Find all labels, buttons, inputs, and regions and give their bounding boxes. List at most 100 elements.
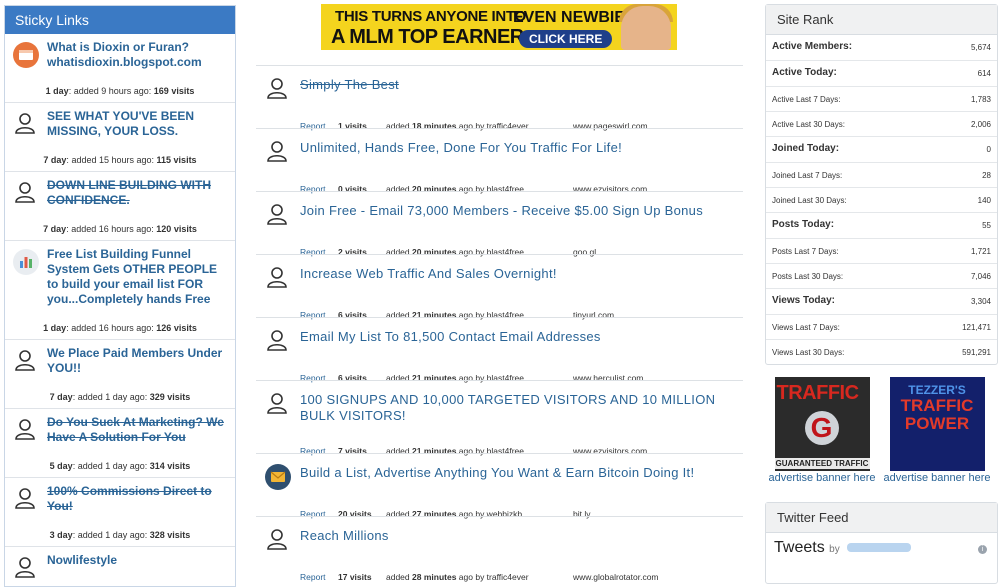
site-rank-row: Joined Last 7 Days: 28 [766,163,997,188]
tweets-header: Tweets by [774,539,912,557]
twitter-handle-link[interactable] [847,543,912,553]
sticky-link-duration: 3 day [49,530,73,540]
site-rank-rows: Active Members: 5,674 Active Today: 614 Acti… [766,35,997,364]
sticky-link-duration: 7 day [43,155,67,165]
sticky-link-duration: 7 day [49,392,73,402]
traffic-g-ad-image[interactable]: TRAFFIC G GUARANTEED TRAFFIC [774,377,870,471]
site-rank-label: Active Last 7 Days: [772,95,841,104]
banner-click-here-button[interactable]: CLICK HERE [519,30,613,48]
sticky-link-title[interactable]: Do You Suck At Marketing? We Have A Solu… [47,415,227,445]
chart-icon [13,249,39,275]
sticky-link-visits: 314 visits [149,461,191,471]
sticky-link-title[interactable]: SEE WHAT YOU'VE BEEN MISSING, YOUR LOSS. [47,109,227,139]
sticky-links-title: Sticky Links [5,6,235,34]
site-rank-row: Views Last 30 Days: 591,291 [766,340,997,364]
feed-item: Simply The Best Report 1 visits added 18 mi… [256,65,743,131]
site-rank-label: Views Last 30 Days: [772,348,845,357]
traffic-g-ad[interactable]: TRAFFIC G GUARANTEED TRAFFIC advertise b… [768,377,876,484]
user-icon [265,527,289,551]
sticky-link-title[interactable]: Nowlifestyle [47,553,227,568]
sticky-link-duration: 7 day [43,224,67,234]
feed-item-title[interactable]: Increase Web Traffic And Sales Overnight… [300,266,736,282]
sticky-link-meta: 7 day: added 1 day ago: 329 visits [49,392,191,402]
advertise-banner-link-2[interactable]: advertise banner here [883,472,990,484]
user-icon [13,555,39,581]
sticky-link-title[interactable]: Free List Building Funnel System Gets OT… [47,247,227,307]
g-logo-icon: G [804,411,839,445]
feed-item: Join Free - Email 73,000 Members - Recei… [256,191,743,257]
advertise-banner-link-1[interactable]: advertise banner here [768,472,875,484]
site-rank-row: Active Last 7 Days: 1,783 [766,87,997,112]
feed-item: 100 SIGNUPS AND 10,000 TARGETED VISITORS… [256,380,743,456]
feed-item: Increase Web Traffic And Sales Overnight… [256,254,743,320]
site-rank-row: Active Members: 5,674 [766,35,997,61]
site-rank-value: 2,006 [970,120,991,129]
sticky-link-visits: 169 visits [153,86,195,96]
user-icon [265,202,289,226]
site-rank-label: Views Today: [772,295,835,306]
mlm-banner-ad[interactable]: THIS TURNS ANYONE INTO A MLM TOP EARNER … [321,4,677,50]
sticky-link-item[interactable]: We Place Paid Members Under YOU!! 7 day: … [5,340,235,409]
sticky-link-meta: 7 day: added 15 hours ago: 115 visits [43,155,197,165]
browser-icon [13,42,39,68]
mail-icon [265,464,291,490]
sticky-link-item[interactable]: DOWN LINE BUILDING WITH CONFIDENCE. 7 day… [5,172,235,241]
sticky-link-duration: 1 day [43,323,67,333]
sticky-link-meta: 5 day: added 1 day ago: 314 visits [49,461,191,471]
feed-item-title[interactable]: Build a List, Advertise Anything You Wan… [300,465,736,481]
sticky-link-visits: 115 visits [156,155,197,165]
feed-item-added: added 28 minutes ago by traffic4ever [386,572,529,582]
site-rank-panel: Site Rank Active Members: 5,674 Active Tod… [765,4,998,365]
site-rank-value: 1,783 [970,95,991,104]
feed-item-title[interactable]: Reach Millions [300,528,736,544]
sticky-links-panel: Sticky Links What is Dioxin or Furan? wh… [4,5,236,587]
traffic-g-ad-title: TRAFFIC [776,382,860,404]
added-label: added [386,572,410,582]
sticky-link-added: added 15 hours ago: [71,155,155,165]
user-icon [265,328,289,352]
site-rank-value: 28 [982,171,991,180]
site-rank-row: Active Last 30 Days: 2,006 [766,112,997,137]
sticky-link-title[interactable]: We Place Paid Members Under YOU!! [47,346,227,376]
tezzers-traffic-ad[interactable]: TEZZER'S TRAFFIC POWER advertise banner … [883,377,991,484]
sticky-link-item[interactable]: What is Dioxin or Furan? whatisdioxin.bl… [5,34,235,103]
sticky-link-title[interactable]: DOWN LINE BUILDING WITH CONFIDENCE. [47,178,227,208]
site-rank-label: Active Last 30 Days: [772,120,845,129]
site-rank-label: Posts Today: [772,219,835,230]
site-rank-row: Views Today: 3,304 [766,289,997,315]
feed-item-title[interactable]: Unlimited, Hands Free, Done For You Traf… [300,140,736,156]
user-icon [13,417,39,443]
banner-line1: THIS TURNS ANYONE INTO [335,8,526,25]
sticky-link-title[interactable]: 100% Commissions Direct to You! [47,484,227,514]
traffic-g-ad-subtitle: GUARANTEED TRAFFIC [774,458,870,469]
tweets-by-label: by [829,544,840,555]
sticky-link-item[interactable]: SEE WHAT YOU'VE BEEN MISSING, YOUR LOSS.… [5,103,235,172]
user-icon [13,348,39,374]
banner-line3: EVEN NEWBIES [513,9,636,26]
tezzers-traffic-ad-image[interactable]: TEZZER'S TRAFFIC POWER [889,377,985,471]
feed-item-title[interactable]: Join Free - Email 73,000 Members - Recei… [300,203,736,219]
site-rank-row: Posts Last 7 Days: 1,721 [766,239,997,264]
info-icon[interactable]: i [978,545,987,554]
sticky-link-title[interactable]: What is Dioxin or Furan? whatisdioxin.bl… [47,40,227,70]
report-link[interactable]: Report [300,572,326,582]
sticky-link-meta: 1 day: added 16 hours ago: 126 visits [43,323,197,333]
sticky-link-item[interactable]: Free List Building Funnel System Gets OT… [5,241,235,340]
sticky-link-duration: 1 day [45,86,69,96]
site-rank-row: Posts Today: 55 [766,213,997,239]
sticky-link-item[interactable]: Do You Suck At Marketing? We Have A Solu… [5,409,235,478]
banner-person-image [621,6,671,50]
site-rank-value: 5,674 [970,43,991,52]
sticky-link-item[interactable]: Nowlifestyle [5,547,235,586]
user-icon [13,486,39,512]
feed-item: Build a List, Advertise Anything You Wan… [256,453,743,519]
sticky-link-item[interactable]: 100% Commissions Direct to You! 3 day: ad… [5,478,235,547]
site-rank-row: Joined Today: 0 [766,137,997,163]
feed-item-title[interactable]: Email My List To 81,500 Contact Email Ad… [300,329,736,345]
feed-item-title[interactable]: 100 SIGNUPS AND 10,000 TARGETED VISITORS… [300,392,736,424]
sticky-link-visits: 120 visits [156,224,197,234]
feed-item-visits: 17 visits [338,572,372,582]
sticky-link-added: added 16 hours ago: [71,224,154,234]
feed-item-title[interactable]: Simply The Best [300,77,736,93]
feed-item: Reach Millions Report 17 visits added 28 mi… [256,516,743,582]
